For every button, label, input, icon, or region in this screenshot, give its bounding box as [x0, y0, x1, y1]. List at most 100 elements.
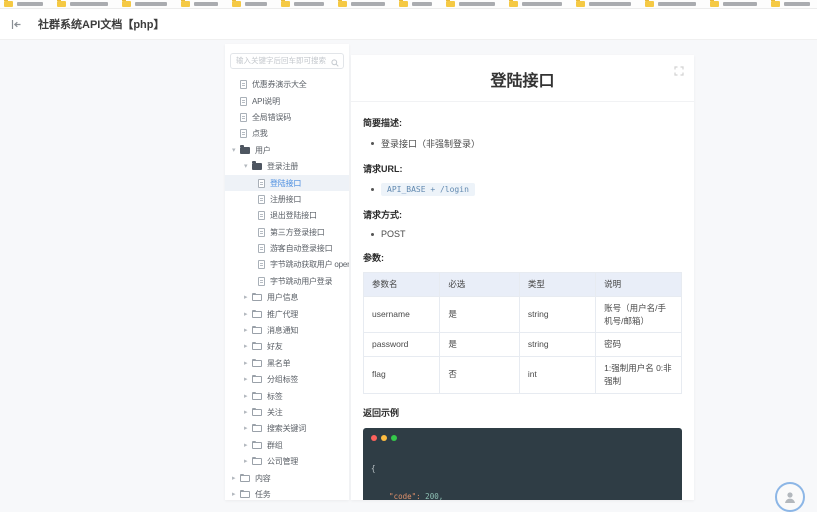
table-cell: 1:强制用户名 0:非强制 — [596, 357, 682, 394]
sidebar-item-label: 登陆接口 — [270, 178, 301, 189]
bookmark-item[interactable] — [122, 1, 167, 7]
sidebar-folder[interactable]: ▸好友 — [225, 339, 349, 355]
open-folder-icon — [252, 163, 262, 170]
chevron-right-icon: ▸ — [244, 311, 252, 318]
bookmark-label — [294, 2, 324, 6]
open-folder-icon — [240, 147, 250, 154]
section-label-description: 简要描述: — [363, 116, 682, 129]
folder-icon — [4, 1, 13, 7]
sidebar-folder[interactable]: ▸关注 — [225, 404, 349, 420]
table-cell: 是 — [440, 333, 520, 357]
sidebar-folder[interactable]: ▸群组 — [225, 437, 349, 453]
chevron-right-icon: ▸ — [244, 425, 252, 432]
sidebar-folder[interactable]: ▸标签 — [225, 388, 349, 404]
folder-icon — [252, 442, 262, 449]
folder-icon — [281, 1, 290, 7]
doc-title: 社群系统API文档【php】 — [38, 16, 165, 32]
bookmark-item[interactable] — [338, 1, 385, 7]
sidebar-item-label: 全局错误码 — [252, 112, 291, 123]
sidebar-item-doc[interactable]: ▸第三方登录接口 — [225, 224, 349, 240]
sidebar-tree: ▸优惠券演示大全 ▸API说明 ▸全局错误码 ▸点我 ▾用户 ▾登录注册 ▸登陆… — [225, 77, 349, 501]
description-text: 登录接口（非强制登录） — [381, 137, 480, 150]
sidebar-item-label: 点我 — [252, 128, 268, 139]
sidebar-folder[interactable]: ▾ 用户 — [225, 142, 349, 158]
feedback-float-button[interactable] — [775, 482, 805, 512]
sidebar-item-doc[interactable]: ▸优惠券演示大全 — [225, 77, 349, 93]
sidebar-folder[interactable]: ▸消息通知 — [225, 322, 349, 338]
file-icon — [258, 260, 265, 269]
bookmark-item[interactable] — [4, 1, 43, 7]
file-icon — [240, 97, 247, 106]
sidebar-item-doc-selected[interactable]: ▸登陆接口 — [225, 175, 349, 191]
sidebar-item-doc[interactable]: ▸点我 — [225, 126, 349, 142]
sidebar-folder[interactable]: ▸分组标签 — [225, 372, 349, 388]
sidebar-item-label: 注册接口 — [270, 194, 301, 205]
folder-icon — [576, 1, 585, 7]
sidebar-item-label: 关注 — [267, 407, 283, 418]
table-cell: int — [519, 357, 595, 394]
bookmark-item[interactable] — [281, 1, 324, 7]
bookmark-item[interactable] — [399, 1, 432, 7]
sidebar-item-doc[interactable]: ▸全局错误码 — [225, 109, 349, 125]
folder-icon — [252, 294, 262, 301]
sidebar-item-doc[interactable]: ▸游客自动登录接口 — [225, 240, 349, 256]
sidebar-folder[interactable]: ▸任务 — [225, 486, 349, 500]
chevron-down-icon: ▾ — [232, 147, 240, 154]
bookmark-item[interactable] — [181, 1, 218, 7]
sidebar-folder[interactable]: ▸ 搜索关键词 — [225, 421, 349, 437]
sidebar-folder[interactable]: ▸用户信息 — [225, 290, 349, 306]
sidebar-item-doc[interactable]: ▸注册接口 — [225, 191, 349, 207]
sidebar-item-label: 用户 — [255, 145, 271, 156]
sidebar-folder[interactable]: ▸公司管理 — [225, 453, 349, 469]
main-content: 登陆接口 简要描述: 登录接口（非强制登录） 请求URL: API_BASE +… — [351, 55, 694, 500]
table-cell: 否 — [440, 357, 520, 394]
bookmark-item[interactable] — [446, 1, 495, 7]
sidebar-item-doc[interactable]: ▸API说明 — [225, 93, 349, 109]
bookmark-item[interactable] — [232, 1, 267, 7]
bookmark-item[interactable] — [645, 1, 696, 7]
bookmark-item[interactable] — [576, 1, 631, 7]
collapse-sidebar-icon[interactable] — [8, 16, 24, 32]
bookmark-item[interactable] — [57, 1, 108, 7]
search-input[interactable] — [230, 53, 344, 69]
file-icon — [258, 277, 265, 286]
bullet-icon — [371, 142, 374, 145]
search-icon — [331, 54, 339, 72]
sidebar-item-doc[interactable]: ▸字节跳动用户登录 — [225, 273, 349, 289]
sidebar-item-label: API说明 — [252, 96, 280, 107]
params-table: 参数名 必选 类型 说明 username 是 string 账号（用户名/手机… — [363, 272, 682, 394]
folder-icon — [252, 376, 262, 383]
folder-icon — [645, 1, 654, 7]
sidebar-item-label: 搜索关键词 — [267, 423, 306, 434]
column-header: 类型 — [519, 273, 595, 297]
sidebar-folder[interactable]: ▸推广代理 — [225, 306, 349, 322]
sidebar-item-label: 黑名单 — [267, 358, 290, 369]
method-text: POST — [381, 229, 406, 239]
folder-icon — [252, 343, 262, 350]
bookmark-item[interactable] — [771, 1, 810, 7]
section-label-params: 参数: — [363, 251, 682, 264]
file-icon — [240, 80, 247, 89]
fullscreen-icon[interactable] — [674, 63, 684, 81]
window-dots-icon — [371, 435, 682, 441]
sidebar-item-label: 任务 — [255, 489, 271, 500]
folder-icon — [57, 1, 66, 7]
bookmark-label — [17, 2, 43, 6]
sidebar: ▸优惠券演示大全 ▸API说明 ▸全局错误码 ▸点我 ▾用户 ▾登录注册 ▸登陆… — [225, 44, 349, 500]
bookmark-item[interactable] — [710, 1, 757, 7]
sidebar-item-label: 内容 — [255, 473, 271, 484]
sidebar-item-doc[interactable]: ▸退出登陆接口 — [225, 208, 349, 224]
bookmark-label — [589, 2, 631, 6]
column-header: 参数名 — [364, 273, 440, 297]
folder-icon — [232, 1, 241, 7]
sidebar-item-label: 字节跳动获取用户 openid — [270, 259, 349, 270]
sidebar-folder[interactable]: ▸内容 — [225, 470, 349, 486]
folder-icon — [240, 475, 250, 482]
sidebar-folder[interactable]: ▸黑名单 — [225, 355, 349, 371]
sidebar-item-doc[interactable]: ▸字节跳动获取用户 openid — [225, 257, 349, 273]
bookmark-item[interactable] — [509, 1, 562, 7]
code-sample: { "code": 200, "msg": "success", "data":… — [371, 446, 682, 501]
sidebar-folder[interactable]: ▾登录注册 — [225, 158, 349, 174]
file-icon — [240, 129, 247, 138]
chevron-right-icon: ▸ — [244, 294, 252, 301]
